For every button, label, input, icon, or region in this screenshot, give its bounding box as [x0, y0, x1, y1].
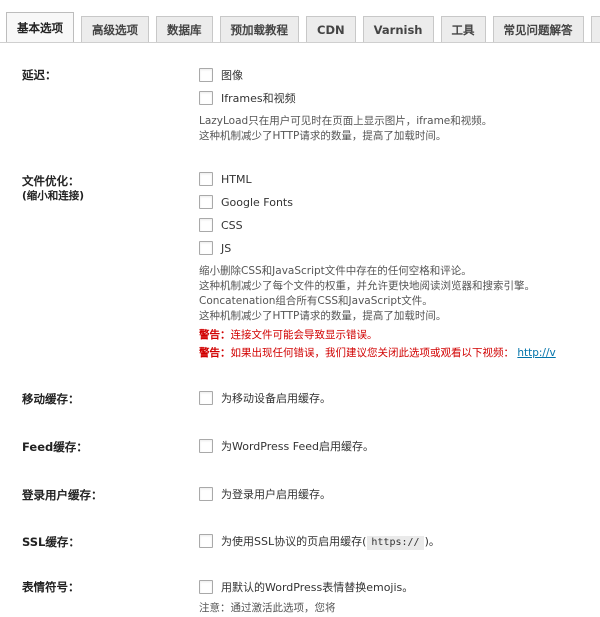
file-opt-title: 文件优化：	[22, 174, 80, 188]
lazyload-images-label: 图像	[221, 69, 243, 82]
mobile-cache-label: 移动缓存：	[22, 392, 80, 406]
mobile-cache-option-label: 为移动设备启用缓存。	[221, 392, 331, 405]
tab-faq[interactable]: 常见问题解答	[492, 16, 584, 42]
file-opt-label: 文件优化： (缩小和连接)	[22, 174, 84, 204]
lazyload-iframes-checkbox[interactable]	[199, 91, 213, 105]
tab-tools[interactable]: 工具	[440, 16, 486, 42]
lazyload-images-checkbox[interactable]	[199, 68, 213, 82]
emoji-option[interactable]: 用默认的WordPress表情替换emojis。	[199, 580, 413, 594]
loggedin-cache-option-label: 为登录用户启用缓存。	[221, 488, 331, 501]
file-opt-desc-3: Concatenation组合所有CSS和JavaScript文件。	[199, 295, 433, 307]
ssl-cache-label: SSL缓存：	[22, 535, 80, 549]
warning-1-prefix: 警告：	[199, 329, 231, 341]
file-opt-html-checkbox[interactable]	[199, 172, 213, 186]
file-opt-js-label: JS	[221, 241, 232, 255]
ssl-cache-checkbox[interactable]	[199, 534, 213, 548]
lazyload-desc-2: 这种机制减少了HTTP请求的数量，提高了加载时间。	[199, 130, 447, 142]
tab-cdn[interactable]: CDN	[306, 16, 356, 42]
warning-2-text: 如果出现任何错误，我们建议您关闭此选项或观看以下视频：	[230, 347, 515, 359]
warning-1-text: 连接文件可能会导致显示错误。	[230, 329, 378, 341]
tab-preload-tutorial[interactable]: 预加载教程	[219, 16, 299, 42]
file-opt-html-label: HTML	[221, 172, 252, 186]
file-opt-fonts-option[interactable]: Google Fonts	[199, 195, 293, 209]
video-link[interactable]: http://v	[517, 347, 555, 359]
emoji-note: 注意：通过激活此选项，您将	[199, 602, 336, 614]
ssl-option-prefix: 为使用SSL协议的页启用缓存(	[221, 534, 367, 548]
loggedin-cache-option[interactable]: 为登录用户启用缓存。	[199, 487, 331, 501]
file-opt-html-option[interactable]: HTML	[199, 172, 252, 186]
emoji-option-label: 用默认的WordPress表情替换emojis。	[221, 581, 414, 594]
feed-cache-option-label: 为WordPress Feed启用缓存。	[221, 440, 374, 453]
file-opt-desc-2: 这种机制减少了每个文件的权重，并允许更快地阅读浏览器和搜索引擎。	[199, 280, 535, 292]
lazyload-label: 延迟：	[22, 68, 57, 82]
tab-divider	[0, 42, 600, 43]
tab-support[interactable]: 支	[590, 16, 600, 42]
file-opt-desc-1: 缩小删除CSS和JavaScript文件中存在的任何空格和评论。	[199, 265, 472, 277]
feed-cache-option[interactable]: 为WordPress Feed启用缓存。	[199, 439, 374, 453]
file-opt-warning-2: 警告：如果出现任何错误，我们建议您关闭此选项或观看以下视频： http://v	[199, 346, 556, 361]
settings-page: 基本选项 高级选项 数据库 预加载教程 CDN Varnish 工具 常见问题解…	[0, 0, 600, 617]
file-opt-js-option[interactable]: JS	[199, 241, 231, 255]
file-opt-sublabel: (缩小和连接)	[22, 190, 85, 202]
file-opt-warning-1: 警告：连接文件可能会导致显示错误。	[199, 328, 378, 343]
feed-cache-checkbox[interactable]	[199, 439, 213, 453]
feed-cache-label: Feed缓存：	[22, 440, 88, 454]
ssl-option-code: https://	[367, 535, 424, 550]
file-opt-css-option[interactable]: CSS	[199, 218, 243, 232]
tab-bar: 基本选项 高级选项 数据库 预加载教程 CDN Varnish 工具 常见问题解…	[6, 12, 600, 42]
file-opt-fonts-label: Google Fonts	[221, 195, 293, 209]
loggedin-cache-label: 登录用户缓存：	[22, 488, 103, 502]
tab-basic-options[interactable]: 基本选项	[6, 12, 74, 42]
emoji-checkbox[interactable]	[199, 580, 213, 594]
file-opt-css-checkbox[interactable]	[199, 218, 213, 232]
tab-advanced-options[interactable]: 高级选项	[81, 16, 149, 42]
warning-2-prefix: 警告：	[199, 347, 231, 359]
lazyload-iframes-label: Iframes和视频	[221, 92, 296, 105]
lazyload-iframes-option[interactable]: Iframes和视频	[199, 91, 296, 105]
mobile-cache-option[interactable]: 为移动设备启用缓存。	[199, 391, 331, 405]
file-opt-fonts-checkbox[interactable]	[199, 195, 213, 209]
ssl-cache-option[interactable]: 为使用SSL协议的页启用缓存(https://)。	[199, 533, 440, 550]
lazyload-images-option[interactable]: 图像	[199, 68, 243, 82]
lazyload-desc-1: LazyLoad只在用户可见时在页面上显示图片，iframe和视频。	[199, 115, 493, 127]
mobile-cache-checkbox[interactable]	[199, 391, 213, 405]
tab-varnish[interactable]: Varnish	[362, 16, 434, 42]
ssl-cache-option-label: 为使用SSL协议的页启用缓存(https://)。	[221, 533, 440, 550]
ssl-option-suffix: )。	[424, 534, 440, 548]
file-opt-css-label: CSS	[221, 218, 243, 232]
tab-database[interactable]: 数据库	[156, 16, 213, 42]
file-opt-desc-4: 这种机制减少了HTTP请求的数量，提高了加载时间。	[199, 310, 447, 322]
file-opt-js-checkbox[interactable]	[199, 241, 213, 255]
loggedin-cache-checkbox[interactable]	[199, 487, 213, 501]
emoji-label: 表情符号：	[22, 580, 80, 594]
